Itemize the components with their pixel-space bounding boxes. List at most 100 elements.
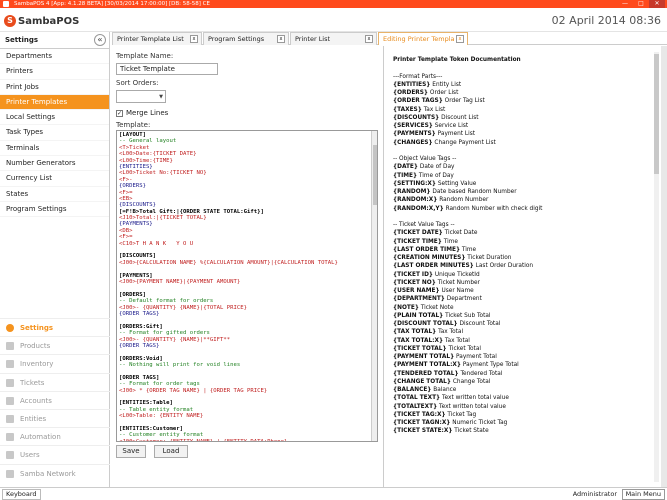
tab-editing-printer-templa[interactable]: Editing Printer Templa x [378, 32, 468, 45]
doc-token: {TAX TOTAL:X} [393, 337, 444, 344]
doc-line: {TENDERED TOTAL} Tendered Total [393, 370, 648, 378]
doc-line: {DISCOUNTS} Discount List [393, 114, 648, 122]
doc-description: Ticket Note [418, 304, 454, 311]
doc-description: Payment List [435, 131, 476, 138]
doc-line: {TICKET ID} Unique TicketId [393, 271, 648, 279]
doc-line: {RANDOM:X} Random Number [393, 196, 648, 204]
doc-line: {RANDOM:X,Y} Random Number with check di… [393, 205, 648, 213]
doc-token: {TICKET TAG:X} [393, 411, 446, 418]
sort-orders-label: Sort Orders: [116, 79, 159, 87]
doc-description: Discount Total [457, 321, 501, 327]
doc-line: {SERVICES} Service List [393, 122, 648, 130]
doc-token: {LAST ORDER MINUTES} [393, 263, 474, 270]
doc-line: -- Object Value Tags -- [393, 155, 648, 163]
doc-description: Service List [432, 123, 469, 129]
doc-token: {DISCOUNTS} [393, 114, 440, 121]
maximize-icon[interactable]: □ [633, 0, 649, 8]
sidebar-item-printers[interactable]: Printers [0, 64, 109, 80]
token-documentation: Printer Template Token Documentation ---F… [393, 56, 648, 436]
doc-token: {NOTE} [393, 304, 419, 311]
doc-scrollbar[interactable] [654, 52, 659, 482]
inventory-icon [6, 360, 14, 369]
doc-description: Ticket Duration [465, 255, 512, 261]
tab-printer-list[interactable]: Printer List x [290, 32, 377, 45]
doc-line: {DISCOUNT TOTAL} Discount Total [393, 320, 648, 328]
tab-program-settings[interactable]: Program Settings x [203, 32, 289, 45]
module-accounts[interactable]: Accounts [0, 390, 110, 409]
sidebar-item-states[interactable]: States [0, 187, 109, 202]
doc-line: {TAXES} Tax List [393, 106, 648, 114]
doc-token: {RANDOM:X} [393, 197, 438, 204]
doc-description: Payment Total [454, 354, 497, 360]
sidebar-item-local-settings[interactable]: Local Settings [0, 110, 109, 126]
scroll-thumb[interactable] [654, 54, 659, 174]
doc-line: {PAYMENTS} Payment List [393, 130, 648, 138]
doc-description: Time [441, 238, 458, 245]
close-icon[interactable]: x [365, 35, 373, 43]
module-samba-network[interactable]: Samba Network [0, 463, 110, 482]
sort-orders-select[interactable]: ▼ [116, 90, 166, 103]
close-icon[interactable]: x [456, 35, 464, 43]
doc-line: {ENTITIES} Entity List [393, 81, 648, 89]
template-code-editor[interactable]: [LAYOUT] -- General layout <T>Ticket <L00>D… [116, 130, 378, 442]
module-users[interactable]: Users [0, 445, 110, 463]
doc-line: {RANDOM} Date based Random Number [393, 188, 648, 196]
module-entities[interactable]: Entities [0, 408, 110, 427]
doc-line: {TICKET STATE:X} Ticket State [393, 427, 648, 435]
module-label: Settings [20, 324, 54, 332]
doc-description: Department [444, 296, 482, 303]
window-controls: — □ ✕ [617, 0, 665, 8]
doc-line: {TICKET TAG:X} Ticket Tag [393, 411, 648, 419]
keyboard-button[interactable]: Keyboard [2, 489, 41, 500]
module-label: Inventory [20, 360, 54, 369]
template-name-input[interactable]: Ticket Template [116, 63, 218, 75]
scroll-thumb[interactable] [373, 145, 377, 205]
sidebar-title: Settings [5, 36, 39, 44]
sidebar-item-print-jobs[interactable]: Print Jobs [0, 80, 109, 95]
sidebar-item-printer-templates[interactable]: Printer Templates [0, 94, 109, 111]
close-icon[interactable]: ✕ [649, 0, 665, 8]
module-products[interactable]: Products [0, 336, 110, 354]
module-label: Automation [20, 433, 61, 442]
load-button[interactable]: Load [154, 445, 188, 458]
save-button[interactable]: Save [116, 445, 146, 458]
doc-description: Random Number [437, 197, 489, 204]
module-label: Users [20, 451, 40, 460]
doc-line: {TAX TOTAL:X} Tax Total [393, 337, 648, 345]
module-settings[interactable]: Settings [0, 318, 110, 336]
module-inventory[interactable]: Inventory [0, 354, 110, 372]
doc-line: {PLAIN TOTAL} Ticket Sub Total [393, 312, 648, 320]
doc-description: Ticket Number [435, 279, 480, 286]
close-icon[interactable]: x [277, 35, 285, 43]
doc-line: {TICKET TAGN:X} Numeric Ticket Tag [393, 419, 648, 427]
doc-line: {LAST ORDER TIME} Time [393, 246, 648, 254]
doc-token: {PAYMENT TOTAL:X} [393, 362, 462, 369]
sidebar-item-departments[interactable]: Departments [0, 49, 109, 65]
back-arrow-icon[interactable]: « [94, 34, 106, 46]
tab-printer-template-list[interactable]: Printer Template List x [112, 32, 202, 45]
sidebar-item-task-types[interactable]: Task Types [0, 125, 109, 141]
doc-token: {ORDER TAGS} [393, 98, 443, 105]
sidebar-item-number-generators[interactable]: Number Generators [0, 156, 109, 172]
module-nav: Settings Products Inventory Tickets Accounts… [0, 318, 110, 482]
doc-line: {SETTING:X} Setting Value [393, 180, 648, 188]
main-menu-button[interactable]: Main Menu [621, 489, 665, 500]
sidebar-item-program-settings[interactable]: Program Settings [0, 202, 109, 218]
doc-token: {ORDERS} [393, 90, 429, 96]
close-icon[interactable]: x [190, 35, 198, 43]
doc-token: {CHANGE TOTAL} [393, 378, 451, 385]
doc-token: {USER NAME} [393, 288, 440, 294]
products-icon [6, 342, 14, 351]
doc-line [393, 147, 648, 155]
doc-description: Tax Total [436, 329, 464, 336]
sidebar-item-terminals[interactable]: Terminals [0, 141, 109, 157]
code-scrollbar[interactable] [371, 131, 377, 441]
checkbox-icon[interactable]: ✓ [116, 109, 123, 117]
doc-description: -- Object Value Tags -- [393, 156, 457, 162]
sidebar-item-currency-list[interactable]: Currency List [0, 171, 109, 187]
module-tickets[interactable]: Tickets [0, 372, 110, 391]
merge-lines-checkbox[interactable]: ✓ Merge Lines [116, 109, 168, 117]
doc-token: {TICKET TOTAL} [393, 345, 447, 352]
module-automation[interactable]: Automation [0, 427, 110, 445]
minimize-icon[interactable]: — [617, 0, 633, 8]
